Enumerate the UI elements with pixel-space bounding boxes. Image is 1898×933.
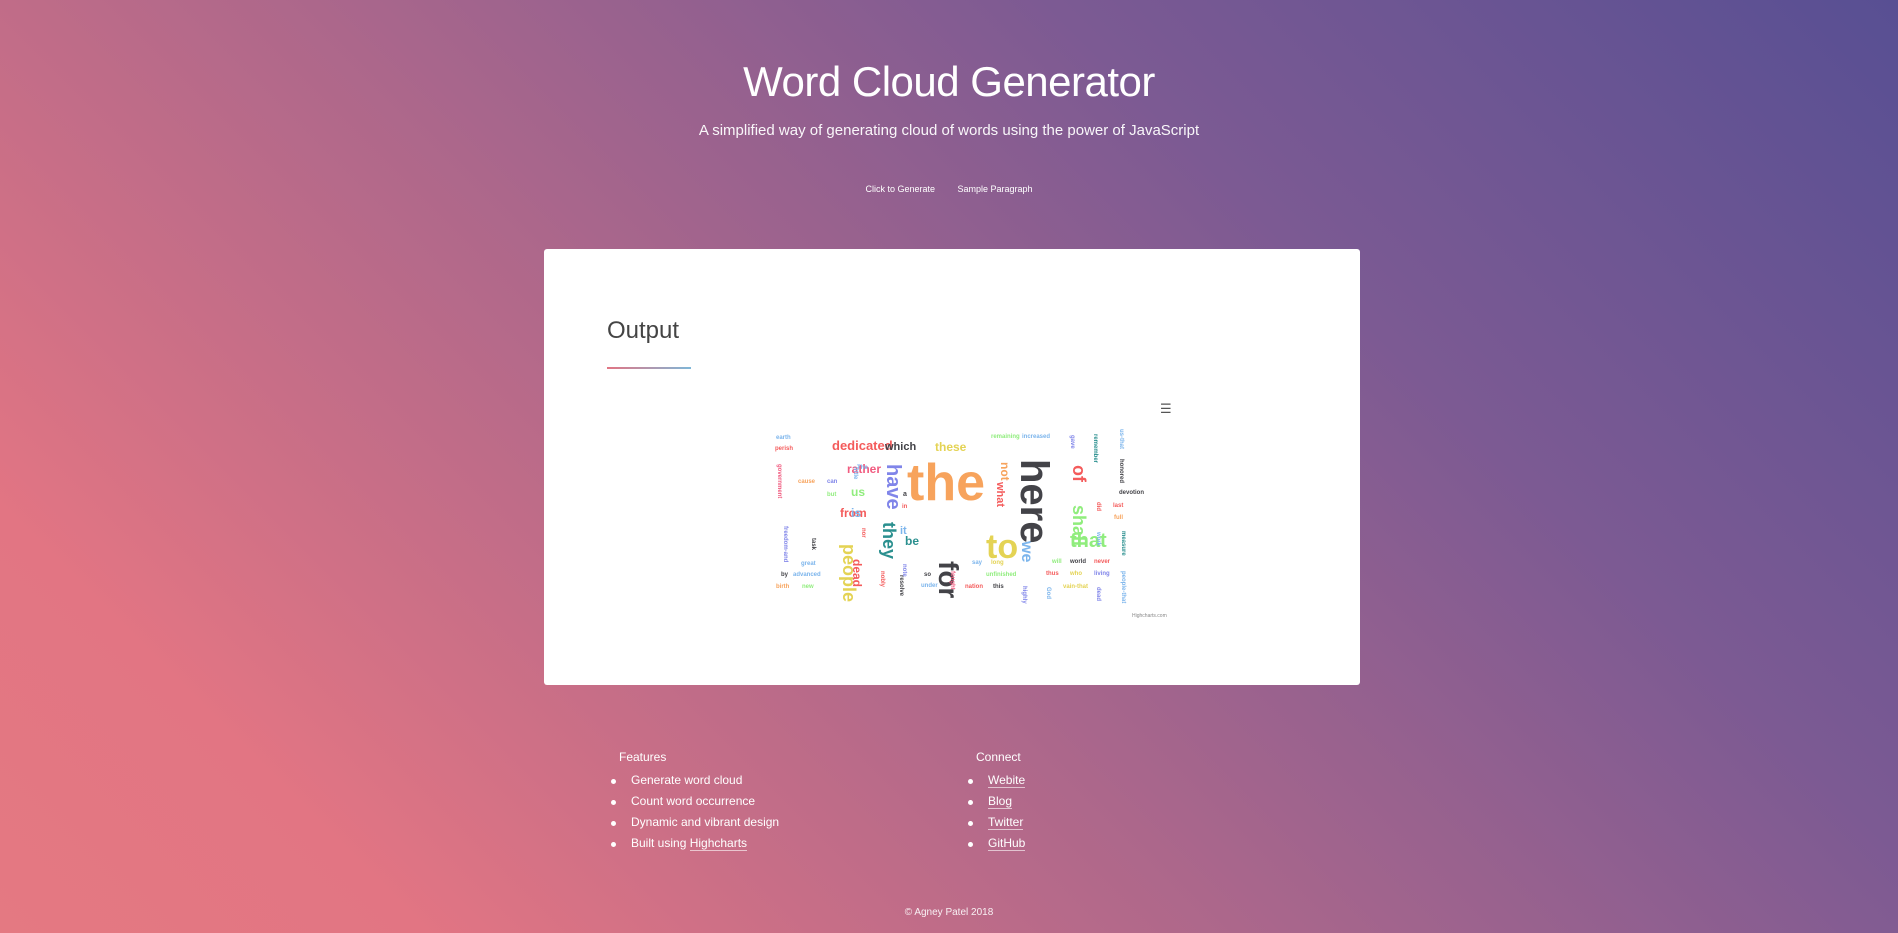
cloud-word: great xyxy=(801,561,816,567)
cloud-word: little xyxy=(852,467,858,480)
highcharts-link[interactable]: Highcharts xyxy=(689,836,748,851)
cloud-word: here xyxy=(1012,459,1056,544)
cloud-word: cause xyxy=(798,479,816,485)
highcharts-credit[interactable]: Highcharts.com xyxy=(1132,613,1167,619)
connect-item: Webite xyxy=(967,770,1026,791)
page-title: Word Cloud Generator xyxy=(743,58,1155,105)
cloud-word: work xyxy=(1095,531,1101,547)
cloud-word: dead xyxy=(850,559,864,587)
cloud-word: us-that xyxy=(1118,429,1124,449)
cloud-word: can xyxy=(827,479,838,485)
cloud-word: they xyxy=(879,522,899,559)
cloud-word: advanced xyxy=(793,572,821,578)
cloud-word: task xyxy=(810,538,816,551)
cloud-word: did xyxy=(1095,502,1101,511)
cloud-word: these xyxy=(935,440,967,454)
cloud-word: thus xyxy=(1046,571,1059,577)
cloud-word: note xyxy=(901,564,907,577)
copyright: © Agney Patel 2018 xyxy=(904,907,994,918)
cloud-word: measure xyxy=(1120,531,1126,556)
cloud-word: is xyxy=(851,506,861,520)
cloud-word: of xyxy=(1069,465,1089,483)
cloud-word: God xyxy=(1045,587,1051,599)
cloud-word: will xyxy=(1051,559,1062,565)
connect-item: GitHub xyxy=(967,833,1026,854)
generate-button[interactable]: Click to Generate xyxy=(865,184,935,194)
cloud-word: devotion xyxy=(1119,490,1144,496)
cloud-word: say xyxy=(972,560,983,566)
cloud-word: highly xyxy=(1021,586,1027,604)
feature-item: Generate word cloud xyxy=(610,770,779,791)
features-title: Features xyxy=(619,750,667,764)
cloud-word: for xyxy=(933,561,964,598)
cloud-word: in xyxy=(902,504,908,510)
features-section: Features Generate word cloud Count word … xyxy=(605,750,779,854)
connect-title: Connect xyxy=(976,750,1021,764)
cloud-word: by xyxy=(781,572,789,578)
blog-link[interactable]: Blog xyxy=(988,794,1013,809)
action-bar: Click to Generate Sample Paragraph xyxy=(0,184,1898,194)
cloud-word: us xyxy=(851,485,865,499)
cloud-word: world xyxy=(1069,559,1086,565)
cloud-word: we xyxy=(1018,540,1035,562)
cloud-word: this xyxy=(993,584,1004,590)
cloud-word: not xyxy=(998,462,1012,481)
cloud-word: shall xyxy=(1069,505,1089,546)
cloud-word: unfinished xyxy=(986,572,1017,578)
cloud-word: nation xyxy=(965,584,983,590)
cloud-word: last xyxy=(1113,503,1123,509)
cloud-word: earth xyxy=(776,435,791,441)
cloud-word: resolve xyxy=(898,575,904,597)
cloud-word: but xyxy=(827,492,836,498)
cloud-word: freedom-and xyxy=(782,526,788,563)
feature-item: Built using Highcharts xyxy=(610,833,779,854)
cloud-word: vain-that xyxy=(1063,584,1088,590)
output-card: Output ☰ the here to for have they people that s… xyxy=(544,249,1360,685)
cloud-word: remember xyxy=(1092,434,1098,464)
cloud-word: gave xyxy=(1069,435,1075,449)
cloud-word: remaining xyxy=(991,434,1020,440)
cloud-word: honored xyxy=(1118,459,1124,483)
cloud-word: nobly xyxy=(879,571,885,588)
cloud-word: be xyxy=(905,534,919,548)
cloud-word: dead xyxy=(1095,587,1101,601)
connect-item: Blog xyxy=(967,791,1025,812)
cloud-word: long xyxy=(991,560,1004,566)
cloud-word: dedicated xyxy=(832,438,893,453)
cloud-word: living xyxy=(1094,571,1110,577)
page-subtitle: A simplified way of generating cloud of … xyxy=(698,122,1200,139)
connect-item: Twitter xyxy=(967,812,1025,833)
cloud-word: never xyxy=(1094,559,1111,565)
cloud-word: nor xyxy=(860,528,866,538)
cloud-word: the xyxy=(907,454,985,512)
cloud-word: have xyxy=(882,464,904,510)
cloud-word: fought xyxy=(949,571,955,590)
cloud-word: so xyxy=(924,572,931,578)
connect-section: Connect Webite Blog Twitter GitHub xyxy=(962,750,1026,854)
cloud-word: birth xyxy=(776,584,790,590)
cloud-word: who xyxy=(1069,571,1082,577)
cloud-word: which xyxy=(884,441,916,453)
cloud-word: what xyxy=(994,481,1006,507)
sample-paragraph-button[interactable]: Sample Paragraph xyxy=(958,184,1033,194)
feature-item: Dynamic and vibrant design xyxy=(610,812,779,833)
feature-item: Count word occurrence xyxy=(610,791,779,812)
github-link[interactable]: GitHub xyxy=(988,836,1026,851)
cloud-word: full xyxy=(1114,515,1123,521)
cloud-word: it xyxy=(900,525,907,537)
twitter-link[interactable]: Twitter xyxy=(988,815,1024,830)
word-cloud-chart: the heretoforhavetheypeoplethatshallweofd… xyxy=(775,429,1144,604)
cloud-word: government xyxy=(776,464,782,498)
cloud-word: increased xyxy=(1022,434,1050,440)
cloud-word: people-that xyxy=(1120,571,1126,603)
cloud-word: perish xyxy=(775,446,793,452)
cloud-word: new xyxy=(802,584,814,590)
website-link[interactable]: Webite xyxy=(988,773,1026,788)
cloud-word: under xyxy=(921,583,938,589)
cloud-word: a xyxy=(903,491,907,498)
